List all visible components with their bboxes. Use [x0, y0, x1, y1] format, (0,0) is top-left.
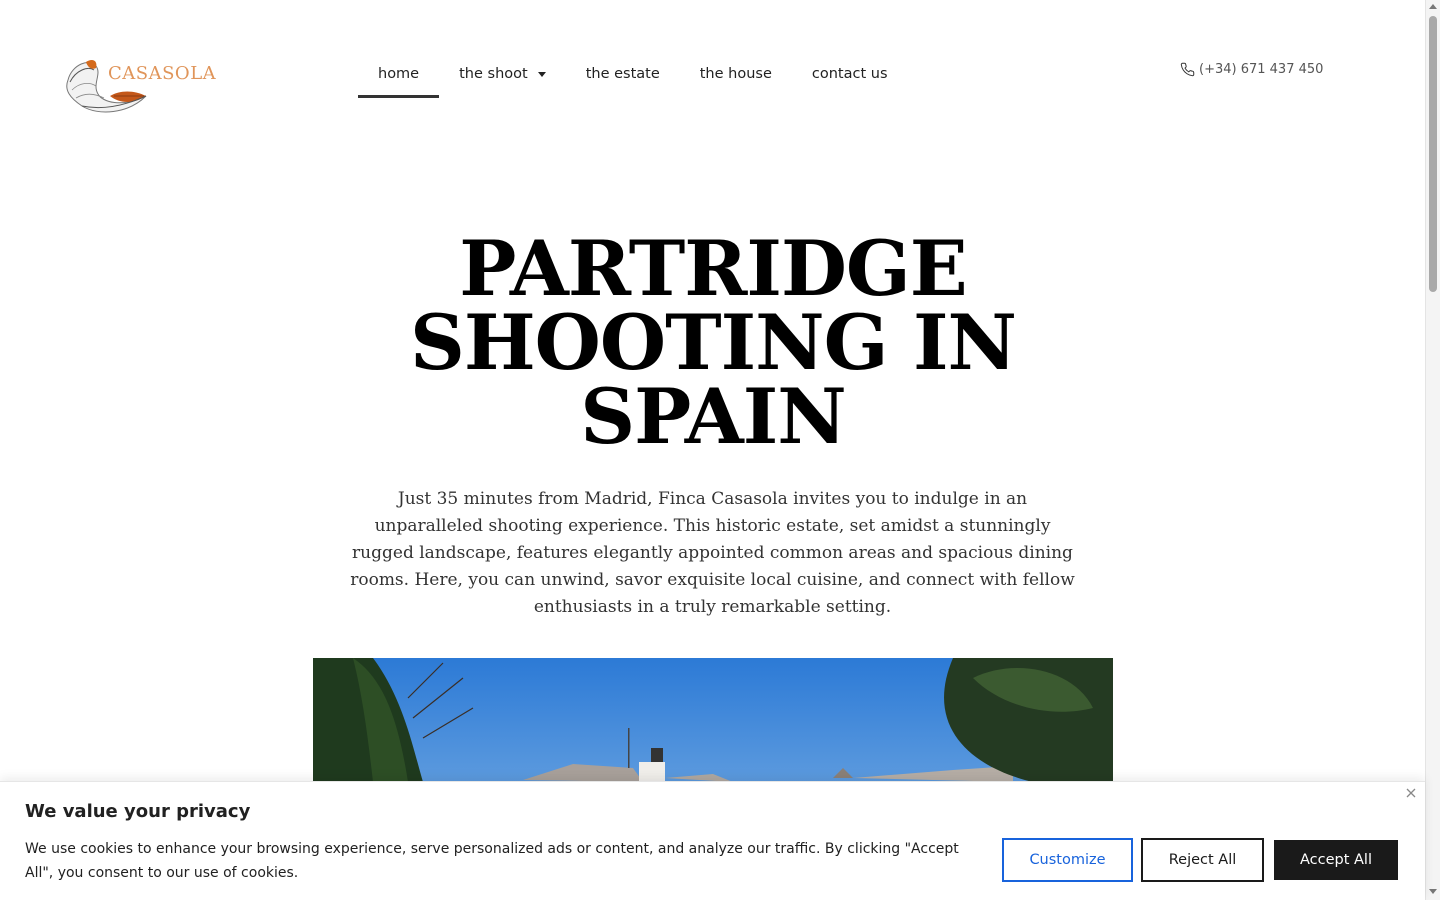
main-nav: home the shoot the estate the house cont…	[358, 50, 908, 98]
nav-item-the-shoot[interactable]: the shoot	[439, 50, 566, 98]
hero-description: Just 35 minutes from Madrid, Finca Casas…	[350, 489, 1075, 617]
nav-item-label: the house	[699, 66, 772, 82]
nav-item-home[interactable]: home	[358, 50, 440, 98]
phone-number: (+34) 671 437 450	[1199, 62, 1324, 77]
customize-button[interactable]: Customize	[1002, 838, 1133, 882]
page-scrollbar[interactable]	[1425, 0, 1440, 900]
cookie-banner-title: We value your privacy	[25, 801, 251, 822]
scroll-down-arrow-icon[interactable]	[1429, 889, 1437, 894]
close-icon[interactable]	[1404, 785, 1418, 799]
phone-link[interactable]: (+34) 671 437 450	[1180, 62, 1323, 77]
cookie-banner: We value your privacy We use cookies to …	[0, 781, 1425, 900]
nav-item-label: contact us	[811, 66, 888, 82]
caret-down-icon	[537, 71, 546, 77]
nav-item-label: home	[378, 66, 420, 82]
hero-title-line: SPAIN	[580, 372, 846, 461]
cookie-banner-text: We use cookies to enhance your browsing …	[25, 841, 959, 881]
nav-item-label: the estate	[585, 66, 660, 82]
scroll-thumb[interactable]	[1429, 16, 1437, 292]
scroll-up-arrow-icon[interactable]	[1429, 4, 1437, 9]
hero-title: PARTRIDGE SHOOTING IN SPAIN	[313, 231, 1113, 455]
nav-item-contact-us[interactable]: contact us	[792, 50, 908, 98]
nav-item-label: the shoot	[459, 66, 528, 82]
nav-item-the-estate[interactable]: the estate	[566, 50, 680, 98]
reject-all-button[interactable]: Reject All	[1141, 838, 1264, 882]
brand-name: CASASOLA	[108, 63, 217, 84]
site-logo[interactable]: CASASOLA	[62, 56, 222, 114]
accept-all-button[interactable]: Accept All	[1274, 840, 1398, 880]
nav-item-the-house[interactable]: the house	[680, 50, 792, 98]
phone-icon	[1180, 62, 1195, 77]
